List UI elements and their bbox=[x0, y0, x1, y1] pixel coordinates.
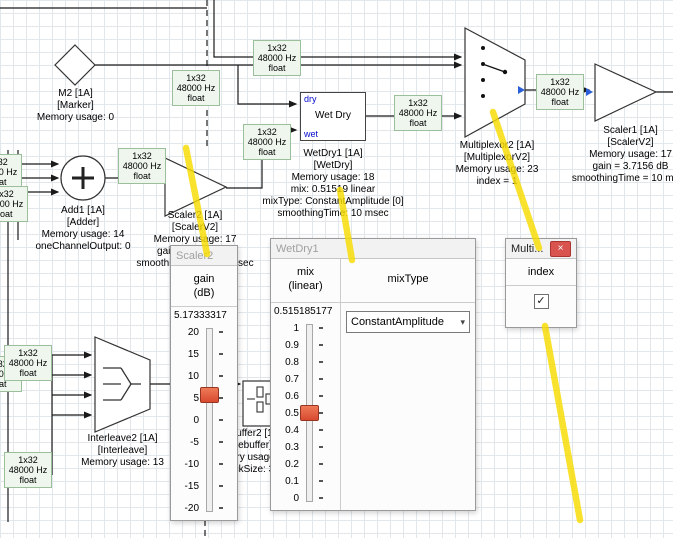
tick-label: -20 bbox=[171, 503, 199, 514]
wetdry1-inspector-panel: WetDry1 mix (linear) mixType 0.515185177… bbox=[270, 238, 476, 511]
panel-title: Multi... bbox=[511, 243, 543, 255]
tick-label: 10 bbox=[171, 371, 199, 382]
tick-label: 15 bbox=[171, 349, 199, 360]
tick-label: 0.8 bbox=[271, 357, 299, 368]
gain-slider-handle[interactable] bbox=[200, 387, 219, 403]
multiplexor-inspector-panel: Multi... × index ✓ bbox=[505, 238, 577, 328]
tick-mark bbox=[319, 395, 323, 397]
panel-title: WetDry1 bbox=[276, 243, 319, 255]
tick-mark bbox=[219, 331, 223, 333]
tick-mark bbox=[319, 327, 323, 329]
wire-format-label: 1x32 48000 Hz float bbox=[4, 452, 52, 488]
gain-slider-ticks: 20 15 10 5 0 -5 -10 -15 -20 bbox=[171, 323, 237, 517]
mixtype-param-header: mixType bbox=[341, 259, 475, 303]
tick-mark bbox=[219, 353, 223, 355]
tick-label: 0.5 bbox=[271, 408, 299, 419]
tick-mark bbox=[219, 397, 223, 399]
index-checkbox[interactable]: ✓ bbox=[534, 294, 549, 309]
scaler2-inspector-panel: Scaler2 gain (dB) 5.17333317 20 15 10 5 … bbox=[170, 245, 238, 521]
tick-mark bbox=[319, 344, 323, 346]
tick-label: 0.9 bbox=[271, 340, 299, 351]
tick-label: 0.3 bbox=[271, 442, 299, 453]
tick-label: 0.1 bbox=[271, 476, 299, 487]
tick-mark bbox=[219, 463, 223, 465]
wire-format-label: 1x32 48000 Hz float bbox=[118, 148, 166, 184]
tick-label: 5 bbox=[171, 393, 199, 404]
tick-mark bbox=[319, 429, 323, 431]
wire-format-label: 1x32 48000 Hz float bbox=[394, 95, 442, 131]
tick-mark bbox=[319, 446, 323, 448]
scaler2-triangle-shape[interactable] bbox=[165, 158, 226, 216]
tick-label: -5 bbox=[171, 437, 199, 448]
gain-param-header: gain (dB) bbox=[171, 266, 237, 307]
tick-mark bbox=[219, 419, 223, 421]
multiplexor-module-label: Multiplexor2 [1A] [MultiplexorV2] Memory… bbox=[432, 140, 562, 188]
m2-marker-shape[interactable] bbox=[55, 45, 95, 85]
gain-value-field[interactable]: 5.17333317 bbox=[171, 307, 237, 322]
panel-title: Scaler2 bbox=[176, 250, 213, 262]
tick-label: 0.6 bbox=[271, 391, 299, 402]
m2-module-label: M2 [1A] [Marker] Memory usage: 0 bbox=[28, 88, 123, 124]
tick-label: 0 bbox=[171, 415, 199, 426]
tick-mark bbox=[319, 497, 323, 499]
checkmark-icon: ✓ bbox=[536, 295, 545, 307]
wire-format-label: 1x32 48000 Hz float bbox=[0, 154, 22, 190]
tick-label: -10 bbox=[171, 459, 199, 470]
tick-mark bbox=[319, 361, 323, 363]
close-button[interactable]: × bbox=[550, 241, 571, 257]
tick-label: 20 bbox=[171, 327, 199, 338]
wetdry-block-title: Wet Dry bbox=[301, 110, 365, 121]
add1-module-label: Add1 [1A] [Adder] Memory usage: 14 oneCh… bbox=[20, 205, 146, 253]
multiplexor-shape[interactable] bbox=[465, 28, 525, 137]
tick-label: 0.7 bbox=[271, 374, 299, 385]
panel-titlebar[interactable]: Multi... × bbox=[506, 239, 576, 259]
wire-format-label: 1x32 48000 Hz float bbox=[172, 70, 220, 106]
tick-label: 1 bbox=[271, 323, 299, 334]
tick-label: 0.2 bbox=[271, 459, 299, 470]
canvas[interactable]: 1x32 48000 Hz float 1x32 48000 Hz float … bbox=[0, 0, 673, 538]
tick-mark bbox=[219, 441, 223, 443]
tick-mark bbox=[219, 375, 223, 377]
wetdry-wet-port-label: wet bbox=[304, 129, 318, 139]
tick-label: 0.4 bbox=[271, 425, 299, 436]
tick-mark bbox=[219, 485, 223, 487]
wire-format-label: 1x32 48000 Hz float bbox=[4, 345, 52, 381]
tick-mark bbox=[319, 378, 323, 380]
scaler1-module-label: Scaler1 [1A] [ScalerV2] Memory usage: 17… bbox=[568, 125, 673, 185]
mixtype-dropdown[interactable]: ConstantAmplitude ▾ bbox=[346, 311, 470, 333]
wire-format-label: 1x32 48000 Hz float bbox=[536, 74, 584, 110]
tick-mark bbox=[319, 463, 323, 465]
gain-slider[interactable]: 20 15 10 5 0 -5 -10 -15 -20 bbox=[171, 323, 237, 517]
panel-titlebar[interactable]: WetDry1 bbox=[271, 239, 475, 259]
scaler1-triangle-shape[interactable] bbox=[595, 64, 656, 121]
tick-label: 0 bbox=[271, 493, 299, 504]
mix-param-header: mix (linear) bbox=[271, 259, 341, 303]
mixtype-dropdown-value: ConstantAmplitude bbox=[351, 316, 458, 328]
wetdry-module-block[interactable]: dry wet Wet Dry bbox=[300, 92, 366, 141]
tick-mark bbox=[319, 480, 323, 482]
tick-mark bbox=[319, 412, 323, 414]
wetdry-dry-port-label: dry bbox=[304, 94, 317, 104]
wire-format-label: 1x32 48000 Hz float bbox=[253, 40, 301, 76]
close-icon: × bbox=[558, 243, 564, 254]
wire[interactable] bbox=[214, 0, 461, 57]
dropdown-arrow-icon: ▾ bbox=[460, 317, 465, 328]
wire-format-label: 1x32 48000 Hz float bbox=[243, 124, 291, 160]
mix-value-field[interactable]: 0.515185177 bbox=[271, 303, 340, 318]
index-param-header: index bbox=[506, 259, 576, 286]
mix-slider-handle[interactable] bbox=[300, 405, 319, 421]
tick-label: -15 bbox=[171, 481, 199, 492]
tick-mark bbox=[219, 507, 223, 509]
mix-slider[interactable]: 1 0.9 0.8 0.7 0.6 0.5 0.4 0.3 0.2 0.1 0 bbox=[271, 319, 340, 507]
panel-titlebar[interactable]: Scaler2 bbox=[171, 246, 237, 266]
